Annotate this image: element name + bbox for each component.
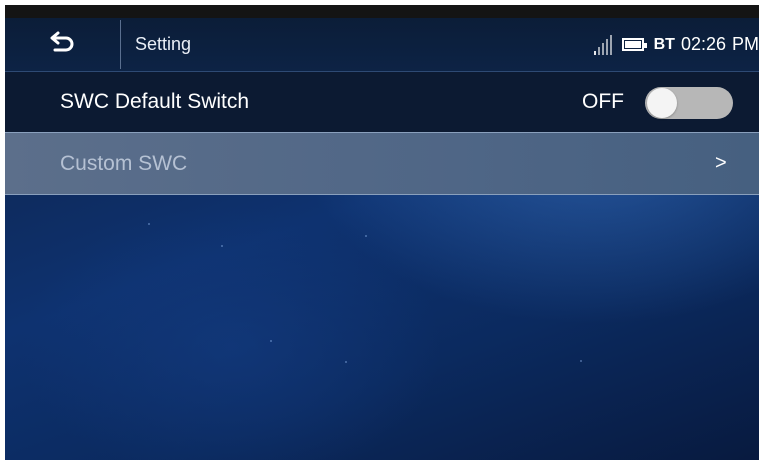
- clock-time: 02:26: [680, 34, 726, 54]
- toggle-knob: [647, 88, 677, 118]
- header-divider: [120, 20, 121, 69]
- battery-icon: [621, 38, 647, 51]
- background-sparkle: [221, 245, 223, 247]
- swc-default-switch-label: SWC Default Switch: [60, 90, 250, 113]
- switch-state-label: OFF: [582, 90, 624, 113]
- page-title: Setting: [135, 34, 192, 54]
- clock-ampm: PM: [732, 34, 759, 54]
- custom-swc-label: Custom SWC: [60, 152, 188, 175]
- swc-default-switch-row: SWC Default Switch OFF: [5, 72, 759, 132]
- status-indicators: BT 02:26 PM: [593, 18, 759, 71]
- swc-default-toggle[interactable]: [645, 87, 733, 119]
- back-arrow-icon: [49, 31, 77, 58]
- background-sparkle: [580, 360, 582, 362]
- chevron-right-icon: >: [715, 152, 727, 174]
- background-sparkle: [345, 361, 347, 363]
- top-strip: [5, 5, 759, 18]
- status-bar: Setting BT 02:26 PM: [5, 18, 759, 72]
- signal-bars-icon: [593, 34, 612, 55]
- custom-swc-row[interactable]: Custom SWC >: [5, 132, 759, 195]
- screen: Setting BT 02:26 PM SWC Default Switch O…: [5, 5, 759, 460]
- background-sparkle: [148, 223, 150, 225]
- bluetooth-label: BT: [653, 35, 675, 53]
- background-sparkle: [270, 340, 272, 342]
- background-sparkle: [365, 235, 367, 237]
- back-button[interactable]: [5, 18, 120, 71]
